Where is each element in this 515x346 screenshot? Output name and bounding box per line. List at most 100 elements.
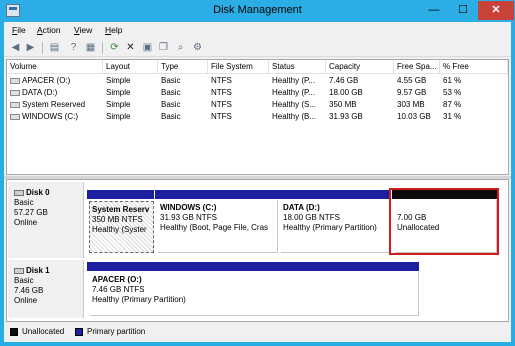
disk-size: 7.46 GB (14, 286, 44, 295)
column-layout[interactable]: Layout (103, 60, 158, 74)
partition-status: Healthy (Boot, Page File, Cras (160, 223, 269, 232)
minimize-button[interactable]: — (420, 1, 448, 20)
title-bar[interactable]: Disk Management — ☐ ✕ (0, 0, 515, 22)
column-free-space[interactable]: Free Spa... (394, 60, 440, 74)
legend-swatch-unallocated (10, 328, 18, 336)
percent-free-cell: 61 % (443, 76, 462, 85)
partition-body: DATA (D:) 18.00 GB NTFS Healthy (Primary… (281, 200, 390, 253)
menu-view[interactable]: View (74, 25, 92, 35)
forward-icon[interactable]: ▶ (24, 41, 37, 54)
type-cell: Basic (161, 112, 181, 121)
delete-icon[interactable]: ✕ (124, 41, 137, 54)
settings-icon[interactable]: ⚙ (191, 41, 204, 54)
volume-list: Volume Layout Type File System Status Ca… (6, 59, 509, 175)
close-button[interactable]: ✕ (478, 1, 514, 20)
maximize-button[interactable]: ☐ (450, 1, 476, 20)
partition-windows-c[interactable]: WINDOWS (C:) 31.93 GB NTFS Healthy (Boot… (155, 190, 278, 256)
volume-list-header: Volume Layout Type File System Status Ca… (7, 60, 508, 74)
partition-data-d[interactable]: DATA (D:) 18.00 GB NTFS Healthy (Primary… (278, 190, 390, 256)
fs-cell: NTFS (211, 100, 232, 109)
table-row[interactable]: WINDOWS (C:) Simple Basic NTFS Healthy (… (7, 111, 508, 123)
column-type[interactable]: Type (158, 60, 208, 74)
partition-size: 350 MB NTFS (92, 215, 143, 224)
partition-size: 31.93 GB NTFS (160, 213, 217, 222)
free-space-cell: 4.55 GB (397, 76, 427, 85)
type-cell: Basic (161, 76, 181, 85)
menu-file[interactable]: File (12, 25, 26, 35)
disk-kind: Basic (14, 276, 34, 285)
partition-name: APACER (O:) (92, 275, 142, 284)
partition-body: System Reserv 350 MB NTFS Healthy (Syste… (89, 201, 154, 253)
type-cell: Basic (161, 100, 181, 109)
partition-bar (87, 262, 419, 271)
legend-swatch-primary (75, 328, 83, 336)
refresh-icon[interactable]: ⟳ (108, 41, 121, 54)
volume-cell: System Reserved (7, 99, 103, 111)
status-cell: Healthy (B... (272, 112, 317, 121)
help-icon[interactable]: ? (67, 41, 80, 54)
partition-name: DATA (D:) (283, 203, 320, 212)
layout-cell: Simple (106, 112, 131, 121)
capacity-cell: 350 MB (329, 100, 357, 109)
back-icon[interactable]: ◀ (9, 41, 22, 54)
toolbar-separator (42, 42, 43, 54)
volume-icon (10, 114, 20, 120)
search-icon[interactable]: ⌕ (174, 41, 187, 54)
column-file-system[interactable]: File System (208, 60, 269, 74)
column-volume[interactable]: Volume (7, 60, 103, 74)
volume-cell: APACER (O:) (7, 75, 103, 87)
properties-icon[interactable]: ▦ (84, 41, 97, 54)
percent-free-cell: 53 % (443, 88, 462, 97)
column-capacity[interactable]: Capacity (326, 60, 394, 74)
partition-size: 18.00 GB NTFS (283, 213, 340, 222)
partition-status: Healthy (Primary Partition) (283, 223, 377, 232)
legend-label-primary: Primary partition (87, 327, 146, 336)
volume-cell: DATA (D:) (7, 87, 103, 99)
layout-cell: Simple (106, 88, 131, 97)
column-percent-free[interactable]: % Free (440, 60, 508, 74)
status-cell: Healthy (S... (272, 100, 317, 109)
partition-body: WINDOWS (C:) 31.93 GB NTFS Healthy (Boot… (158, 200, 278, 253)
volume-icon (10, 78, 20, 84)
percent-free-cell: 87 % (443, 100, 462, 109)
menu-bar: File Action View Help (4, 22, 511, 38)
toolbar: ◀ ▶ ▤ ? ▦ ⟳ ✕ ▣ ❐ ⌕ ⚙ (4, 39, 511, 57)
partition-apacer-o[interactable]: APACER (O:) 7.46 GB NTFS Healthy (Primar… (87, 262, 419, 319)
menu-action[interactable]: Action (37, 25, 61, 35)
table-row[interactable]: DATA (D:) Simple Basic NTFS Healthy (P..… (7, 87, 508, 99)
disk-1-label[interactable]: Disk 1 Basic 7.46 GB Online (8, 260, 84, 318)
partition-bar (87, 190, 154, 199)
free-space-cell: 9.57 GB (397, 88, 427, 97)
partition-name: WINDOWS (C:) (160, 203, 217, 212)
copy-icon[interactable]: ❐ (157, 41, 170, 54)
column-status[interactable]: Status (269, 60, 326, 74)
legend: Unallocated Primary partition (4, 323, 511, 340)
disk-0-label[interactable]: Disk 0 Basic 57.27 GB Online (8, 182, 84, 258)
disk-icon (14, 190, 24, 196)
type-cell: Basic (161, 88, 181, 97)
disk-name: Disk 1 (26, 266, 50, 275)
new-volume-icon[interactable]: ▣ (141, 41, 154, 54)
fs-cell: NTFS (211, 76, 232, 85)
volume-cell: WINDOWS (C:) (7, 111, 103, 123)
disk-name: Disk 0 (26, 188, 50, 197)
capacity-cell: 7.46 GB (329, 76, 359, 85)
partition-name: System Reserv (92, 205, 150, 214)
status-cell: Healthy (P... (272, 88, 315, 97)
percent-free-cell: 31 % (443, 112, 462, 121)
free-space-cell: 10.03 GB (397, 112, 431, 121)
disk-map: Disk 0 Basic 57.27 GB Online System Rese… (6, 179, 509, 322)
table-row[interactable]: APACER (O:) Simple Basic NTFS Healthy (P… (7, 75, 508, 87)
partition-status: Healthy (Syster (92, 225, 147, 234)
table-row[interactable]: System Reserved Simple Basic NTFS Health… (7, 99, 508, 111)
partition-bar (278, 190, 390, 199)
disk-size: 57.27 GB (14, 208, 48, 217)
menu-help[interactable]: Help (105, 25, 122, 35)
partition-body: APACER (O:) 7.46 GB NTFS Healthy (Primar… (90, 272, 419, 316)
volume-icon (10, 102, 20, 108)
list-icon[interactable]: ▤ (48, 41, 61, 54)
disk-kind: Basic (14, 198, 34, 207)
partition-system-reserved[interactable]: System Reserv 350 MB NTFS Healthy (Syste… (87, 190, 154, 256)
disk-icon (14, 268, 24, 274)
partition-bar (155, 190, 278, 199)
